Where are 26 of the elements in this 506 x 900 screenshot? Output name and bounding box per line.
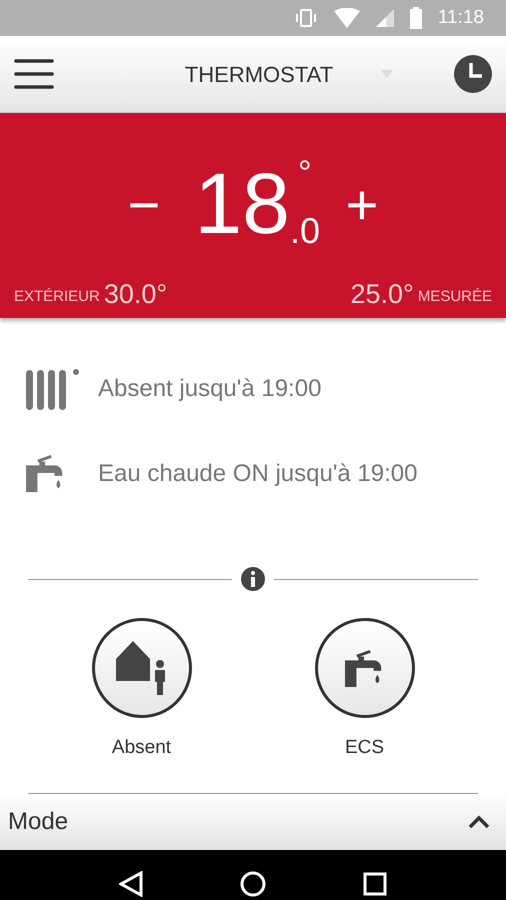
outdoor-temperature: 30.0° [104, 281, 168, 308]
clock-icon[interactable] [454, 55, 492, 93]
mode-panel-title: Mode [8, 806, 68, 836]
vibrate-icon [294, 8, 318, 28]
wifi-icon [334, 8, 360, 28]
mode-label: ECS [344, 736, 384, 760]
clock-time: 11:18 [438, 6, 484, 30]
info-icon[interactable] [240, 566, 266, 592]
status-text: Absent jusqu'à 19:00 [98, 374, 322, 404]
home-icon[interactable] [240, 870, 266, 896]
screen-title[interactable]: THERMOSTAT [184, 58, 334, 90]
increase-button[interactable]: + [340, 177, 384, 233]
house-person-icon [116, 641, 168, 695]
status-text: Eau chaude ON jusqu'à 19:00 [98, 458, 418, 488]
measured-temperature: 25.0° [350, 281, 414, 308]
radiator-icon [26, 368, 80, 410]
chevron-up-icon[interactable] [468, 814, 490, 828]
decrease-button[interactable]: − [122, 177, 166, 233]
mode-label: Absent [112, 736, 172, 760]
battery-icon [410, 7, 422, 29]
back-icon[interactable] [118, 870, 143, 896]
menu-icon[interactable] [14, 58, 54, 90]
signal-icon [376, 9, 394, 27]
measured-label: MESURÉE [418, 286, 492, 306]
outdoor-label: EXTÉRIEUR [14, 286, 100, 306]
recents-icon[interactable] [363, 872, 388, 896]
